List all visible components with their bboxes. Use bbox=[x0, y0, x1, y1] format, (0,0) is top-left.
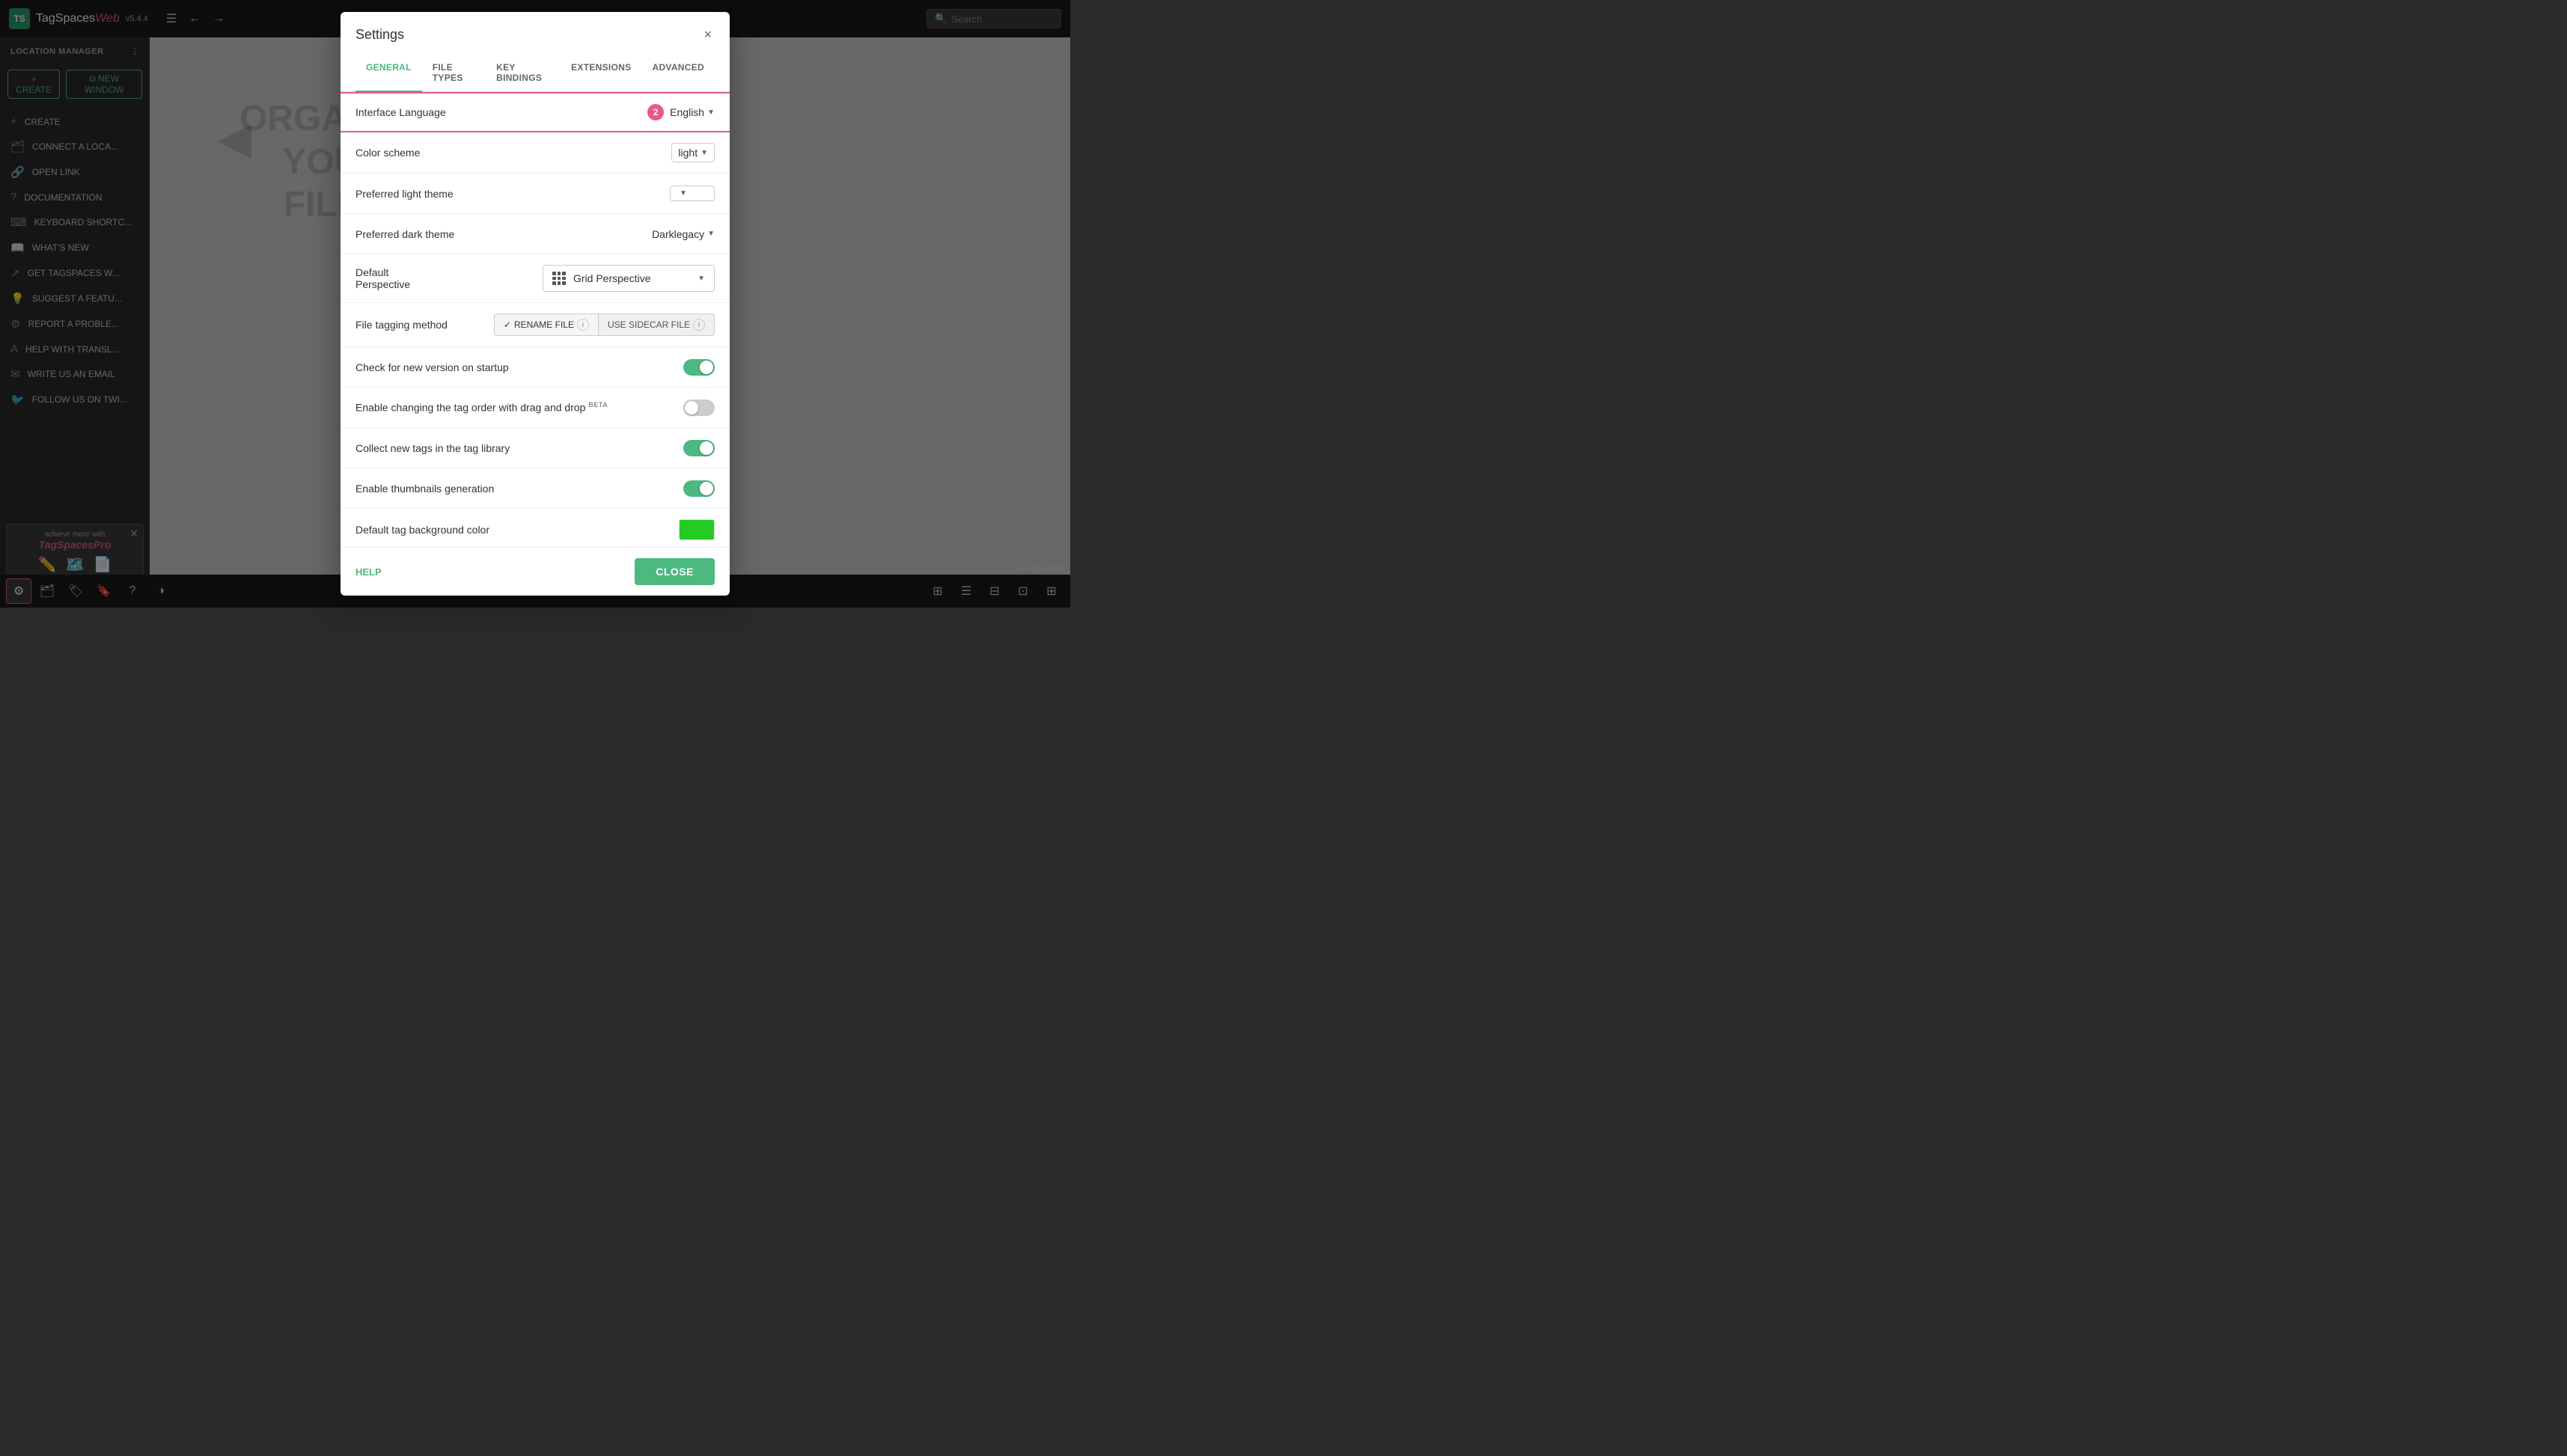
perspective-value: Grid Perspective bbox=[573, 272, 690, 284]
dialog-tabs: GENERAL FILE TYPES KEY BINDINGS EXTENSIO… bbox=[341, 55, 730, 92]
rename-file-info-icon[interactable]: i bbox=[577, 319, 589, 331]
preferred-dark-theme-value: Darklegacy bbox=[652, 228, 704, 240]
preferred-light-theme-label: Preferred light theme bbox=[355, 188, 670, 200]
preferred-light-theme-select[interactable]: ▼ bbox=[670, 186, 715, 201]
rename-file-button[interactable]: ✓ RENAME FILE i bbox=[494, 313, 599, 336]
beta-badge: BETA bbox=[588, 401, 608, 409]
color-scheme-label: Color scheme bbox=[355, 147, 671, 159]
check-new-version-label: Check for new version on startup bbox=[355, 361, 683, 373]
tab-advanced[interactable]: ADVANCED bbox=[641, 55, 715, 92]
interface-language-select[interactable]: English ▼ bbox=[670, 106, 715, 118]
preferred-dark-theme-select[interactable]: Darklegacy ▼ bbox=[652, 228, 715, 240]
tag-bg-color-swatch[interactable] bbox=[679, 519, 715, 540]
interface-language-label: Interface Language bbox=[355, 106, 647, 118]
file-tagging-group: ✓ RENAME FILE i USE SIDECAR FILE i bbox=[494, 313, 715, 336]
interface-language-badge: 2 bbox=[647, 104, 664, 120]
file-tagging-label: File tagging method bbox=[355, 319, 494, 331]
grid-perspective-icon bbox=[552, 272, 566, 285]
tag-order-label: Enable changing the tag order with drag … bbox=[355, 401, 683, 414]
tag-order-toggle[interactable] bbox=[683, 400, 715, 416]
close-dialog-button[interactable]: CLOSE bbox=[635, 558, 715, 585]
default-perspective-label: DefaultPerspective bbox=[355, 266, 543, 290]
use-sidecar-button[interactable]: USE SIDECAR FILE i bbox=[599, 313, 715, 336]
setting-preferred-light-theme: Preferred light theme ▼ bbox=[341, 174, 730, 214]
default-perspective-select[interactable]: Grid Perspective ▼ bbox=[543, 265, 715, 292]
color-scheme-arrow: ▼ bbox=[700, 149, 708, 157]
modal-overlay: Settings × GENERAL FILE TYPES KEY BINDIN… bbox=[0, 0, 1070, 608]
dialog-title: Settings bbox=[355, 27, 404, 43]
color-scheme-value: light bbox=[678, 147, 698, 159]
preferred-light-theme-arrow: ▼ bbox=[680, 189, 687, 198]
setting-preferred-dark-theme: Preferred dark theme Darklegacy ▼ bbox=[341, 214, 730, 254]
setting-default-perspective: DefaultPerspective Grid Perspective ▼ bbox=[341, 254, 730, 303]
checkmark-icon: ✓ bbox=[504, 319, 511, 330]
setting-tag-order: Enable changing the tag order with drag … bbox=[341, 388, 730, 428]
help-button[interactable]: HELP bbox=[355, 566, 382, 578]
tag-order-knob bbox=[685, 401, 698, 415]
collect-tags-label: Collect new tags in the tag library bbox=[355, 442, 683, 454]
check-new-version-toggle[interactable] bbox=[683, 359, 715, 376]
preferred-dark-theme-arrow: ▼ bbox=[707, 230, 715, 238]
sidecar-info-icon[interactable]: i bbox=[693, 319, 705, 331]
setting-collect-tags: Collect new tags in the tag library bbox=[341, 428, 730, 468]
dialog-body: Interface Language 2 English ▼ Color sch… bbox=[341, 92, 730, 547]
dialog-header: Settings × bbox=[341, 12, 730, 46]
setting-tag-bg-color: Default tag background color bbox=[341, 509, 730, 547]
tag-bg-color-label: Default tag background color bbox=[355, 524, 679, 536]
setting-check-new-version: Check for new version on startup bbox=[341, 347, 730, 388]
setting-file-tagging: File tagging method ✓ RENAME FILE i USE … bbox=[341, 303, 730, 347]
interface-language-arrow: ▼ bbox=[707, 108, 715, 117]
interface-language-value: English bbox=[670, 106, 704, 118]
tab-key-bindings[interactable]: KEY BINDINGS bbox=[486, 55, 561, 92]
collect-tags-knob bbox=[700, 441, 713, 455]
thumbnails-knob bbox=[700, 482, 713, 495]
thumbnails-toggle[interactable] bbox=[683, 480, 715, 497]
check-new-version-knob bbox=[700, 361, 713, 374]
thumbnails-label: Enable thumbnails generation bbox=[355, 483, 683, 495]
tab-extensions[interactable]: EXTENSIONS bbox=[561, 55, 641, 92]
setting-thumbnails: Enable thumbnails generation bbox=[341, 468, 730, 509]
dialog-close-x-button[interactable]: × bbox=[700, 24, 715, 46]
settings-dialog: Settings × GENERAL FILE TYPES KEY BINDIN… bbox=[341, 12, 730, 596]
setting-color-scheme: Color scheme light ▼ bbox=[341, 132, 730, 174]
interface-language-control: 2 English ▼ bbox=[647, 104, 715, 120]
dialog-footer: HELP CLOSE bbox=[341, 547, 730, 596]
tab-file-types[interactable]: FILE TYPES bbox=[422, 55, 486, 92]
setting-interface-language: Interface Language 2 English ▼ bbox=[341, 92, 730, 132]
collect-tags-toggle[interactable] bbox=[683, 440, 715, 456]
perspective-arrow: ▼ bbox=[698, 275, 705, 283]
preferred-dark-theme-label: Preferred dark theme bbox=[355, 228, 652, 240]
tab-general[interactable]: GENERAL bbox=[355, 55, 422, 92]
color-scheme-select[interactable]: light ▼ bbox=[671, 143, 715, 162]
